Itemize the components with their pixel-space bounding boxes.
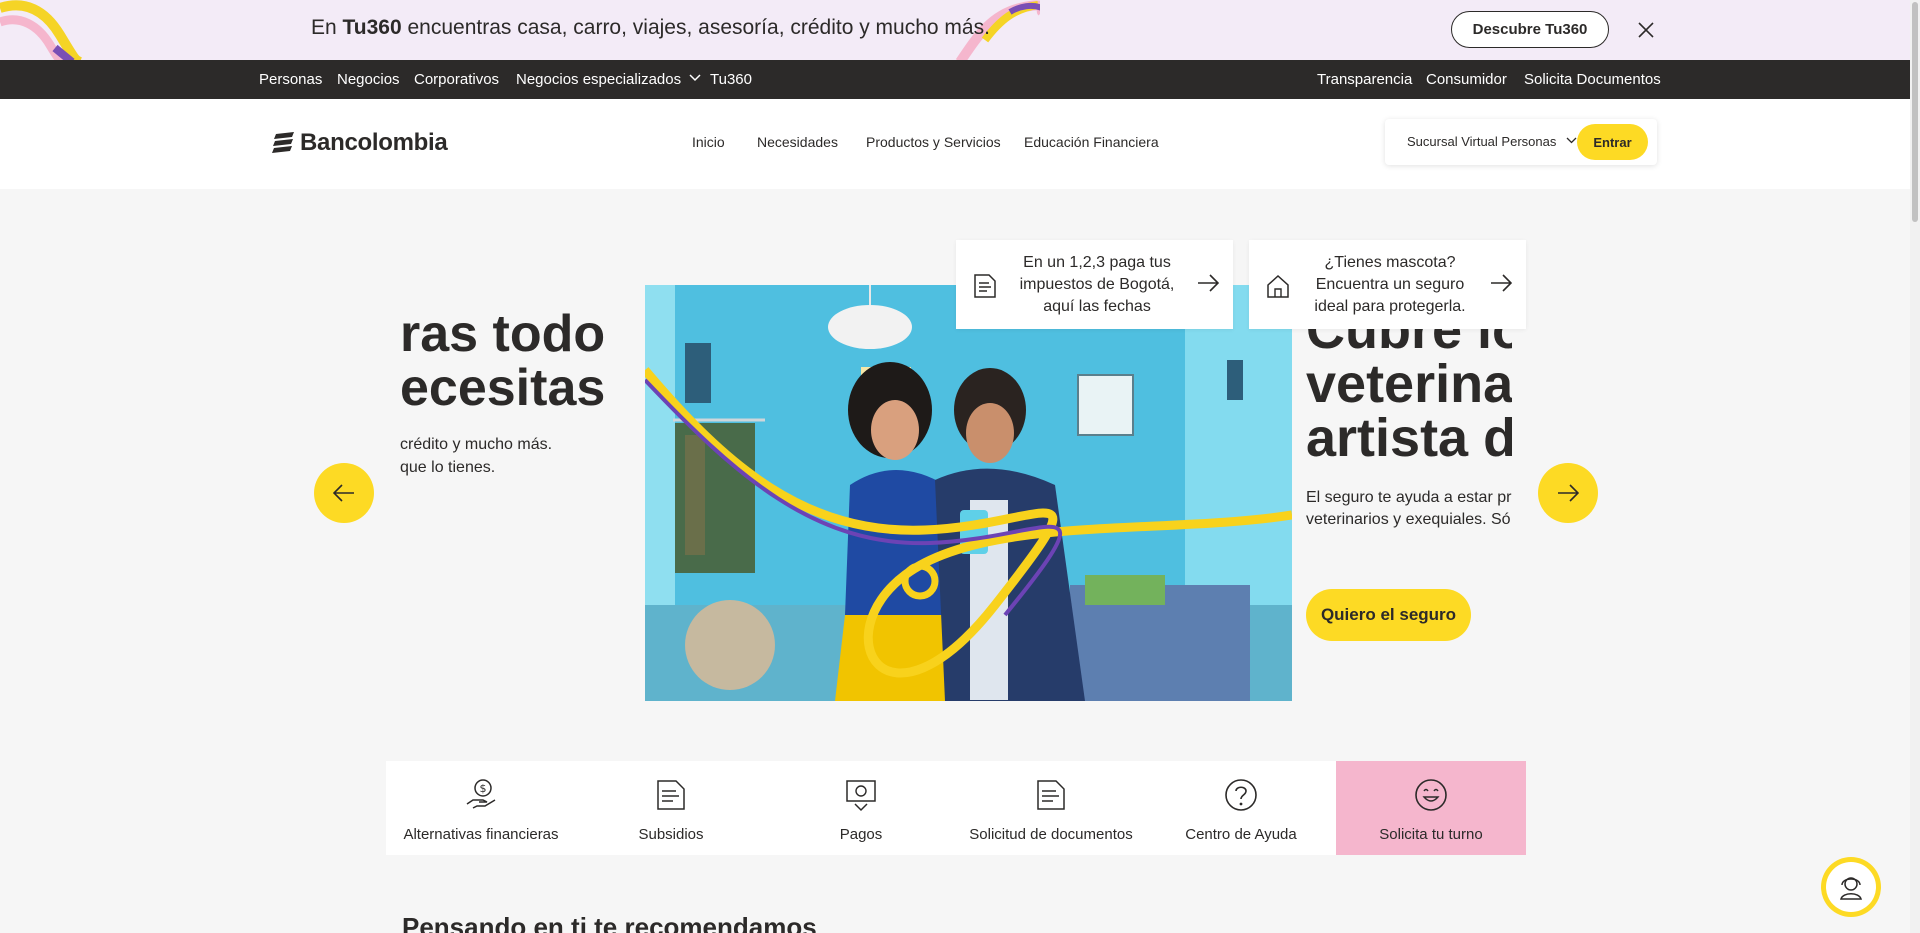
quick-label: Centro de Ayuda: [1185, 826, 1297, 843]
carousel-next-button[interactable]: [1538, 463, 1598, 523]
nav-productos-servicios[interactable]: Productos y Servicios: [866, 134, 1001, 150]
nav-educacion-financiera[interactable]: Educación Financiera: [1024, 134, 1159, 150]
quick-label: Pagos: [839, 826, 883, 843]
arrow-right-icon: [1491, 274, 1512, 292]
quick-access-bar: $ Alternativas financieras Subsidios Pag…: [386, 761, 1526, 855]
hero-photo: [645, 285, 1292, 701]
sucursal-virtual-box: Sucursal Virtual Personas Entrar: [1385, 119, 1657, 165]
sucursal-select[interactable]: Sucursal Virtual Personas: [1407, 134, 1577, 149]
quick-label: Subsidios: [638, 826, 704, 843]
nav-corporativos[interactable]: Corporativos: [414, 71, 499, 88]
slide-previous-text: crédito y mucho más. que lo tienes.: [400, 436, 553, 476]
quick-centro-ayuda[interactable]: Centro de Ayuda: [1146, 761, 1336, 855]
bancolombia-logo[interactable]: Bancolombia: [272, 129, 448, 157]
svg-text:$: $: [480, 782, 487, 795]
section-title: Pensando en ti te recomendamos: [402, 912, 817, 933]
nav-inicio[interactable]: Inicio: [692, 134, 725, 150]
quick-solicitud-documentos[interactable]: Solicitud de documentos: [956, 761, 1146, 855]
quick-solicita-turno[interactable]: Solicita tu turno: [1336, 761, 1526, 855]
payment-icon: [846, 780, 876, 812]
slide-previous: ras todo ecesitas crédito y mucho más. q…: [400, 285, 645, 701]
arrow-left-icon: [333, 484, 354, 502]
nav-tu360[interactable]: Tu360: [710, 71, 752, 88]
headset-icon: [1840, 877, 1862, 900]
chevron-down-icon: [689, 74, 701, 82]
question-icon: [1225, 779, 1257, 811]
promo-banner: En Tu360 encuentras casa, carro, viajes,…: [0, 0, 1920, 60]
hero-illustration: [645, 285, 1292, 701]
notice-seguro-mascota[interactable]: ¿Tienes mascota? Encuentra un seguro ide…: [1249, 240, 1526, 329]
notice-mascota-text: ¿Tienes mascota? Encuentra un seguro ide…: [1314, 254, 1466, 315]
nav-consumidor[interactable]: Consumidor: [1426, 71, 1507, 88]
hero-carousel: ras todo ecesitas crédito y mucho más. q…: [400, 285, 1512, 701]
document-icon: [1037, 780, 1065, 810]
house-icon: [1267, 274, 1289, 298]
quick-label: Solicita tu turno: [1379, 826, 1483, 843]
main-header: Bancolombia Inicio Necesidades Productos…: [0, 99, 1920, 189]
nav-negocios-especializados[interactable]: Negocios especializados: [516, 71, 701, 88]
quick-pagos[interactable]: Pagos: [766, 761, 956, 855]
entrar-button[interactable]: Entrar: [1577, 124, 1648, 160]
chat-assistant-inner: [1826, 862, 1876, 912]
nav-necesidades[interactable]: Necesidades: [757, 134, 838, 150]
carousel-prev-button[interactable]: [314, 463, 374, 523]
logo-wordmark: Bancolombia: [300, 129, 448, 156]
slide-next-text: El seguro te ayuda a estar pr veterinari…: [1306, 489, 1512, 528]
slide-previous-title: ras todo ecesitas: [400, 305, 606, 417]
discover-tu360-button[interactable]: Descubre Tu360: [1451, 11, 1609, 48]
notice-impuestos-text: En un 1,2,3 paga tus impuestos de Bogotá…: [1019, 254, 1175, 315]
segment-nav: Personas Negocios Corporativos Negocios …: [0, 60, 1920, 99]
quick-label: Solicitud de documentos: [969, 826, 1133, 843]
nav-personas[interactable]: Personas: [259, 71, 322, 88]
close-icon[interactable]: [1636, 20, 1656, 40]
document-icon: [657, 780, 685, 810]
page-scrollbar[interactable]: [1910, 0, 1920, 933]
notice-impuestos-bogota[interactable]: En un 1,2,3 paga tus impuestos de Bogotá…: [956, 240, 1233, 329]
nav-solicita-documentos[interactable]: Solicita Documentos: [1524, 71, 1661, 88]
quiero-el-seguro-button[interactable]: Quiero el seguro: [1306, 589, 1471, 641]
quick-label: Alternativas financieras: [403, 826, 559, 843]
decorative-ribbon-left: [0, 0, 82, 60]
chevron-down-icon: [1566, 137, 1577, 144]
nav-negocios[interactable]: Negocios: [337, 71, 400, 88]
quick-subsidios[interactable]: Subsidios: [576, 761, 766, 855]
arrow-right-icon: [1198, 274, 1219, 292]
tu360-brand: Tu360: [342, 16, 402, 39]
slide-next: Cubre lo veterina artista d El seguro te…: [1306, 285, 1512, 701]
arrow-right-icon: [1558, 484, 1579, 502]
quick-alternativas-financieras[interactable]: $ Alternativas financieras: [386, 761, 576, 855]
smile-icon: [1415, 779, 1447, 811]
nav-transparencia[interactable]: Transparencia: [1317, 71, 1412, 88]
bancolombia-logo-icon: [272, 132, 294, 153]
money-hand-icon: $: [466, 779, 496, 809]
scrollbar-thumb[interactable]: [1912, 2, 1918, 222]
chat-assistant-button[interactable]: [1821, 857, 1881, 917]
promo-message: En Tu360 encuentras casa, carro, viajes,…: [311, 16, 990, 39]
document-icon: [974, 274, 996, 298]
